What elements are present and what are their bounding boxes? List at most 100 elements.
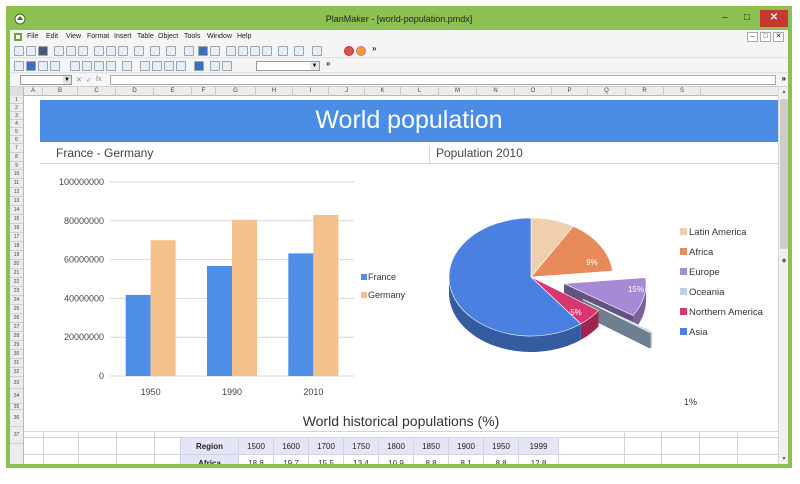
row-header[interactable]: 33	[10, 377, 23, 389]
find-icon[interactable]	[184, 46, 194, 56]
maximize-button[interactable]: □	[736, 10, 758, 27]
column-header[interactable]: S	[664, 87, 701, 96]
stop-icon[interactable]	[344, 46, 354, 56]
table-cell[interactable]: 8.8	[413, 454, 449, 464]
table-header-year[interactable]: 1950	[483, 437, 519, 455]
title-bar[interactable]: PlanMaker - [world-population.pmdx] – □ …	[10, 10, 788, 30]
bar-france-1950[interactable]	[125, 294, 151, 376]
row-header[interactable]: 22	[10, 278, 23, 287]
textart-icon[interactable]	[194, 61, 204, 71]
print-preview-icon[interactable]	[78, 46, 88, 56]
row-header[interactable]: 14	[10, 206, 23, 215]
chart-frame-icon[interactable]	[26, 61, 36, 71]
form-icon[interactable]	[82, 61, 92, 71]
ellipse-icon[interactable]	[164, 61, 174, 71]
undo-icon[interactable]	[150, 46, 160, 56]
row-header[interactable]: 5	[10, 128, 23, 136]
open-folder-icon[interactable]	[26, 46, 36, 56]
table-header-year[interactable]: 1500	[238, 437, 274, 455]
zoom-icon[interactable]	[210, 46, 220, 56]
chevron-down-icon[interactable]: ▼	[63, 76, 71, 84]
pdf-export-icon[interactable]	[66, 46, 76, 56]
bar-germany-2010[interactable]	[313, 214, 339, 376]
row-header[interactable]: 30	[10, 350, 23, 359]
row-header[interactable]: 36	[10, 410, 23, 427]
column-header[interactable]: P	[552, 87, 588, 96]
row-header[interactable]: 31	[10, 359, 23, 368]
bar-germany-1950[interactable]	[150, 240, 176, 376]
table-cell[interactable]: 13.4	[343, 454, 379, 464]
row-header[interactable]: 24	[10, 296, 23, 305]
formula-overflow-chevron[interactable]: »	[782, 74, 786, 83]
column-header[interactable]: Q	[588, 87, 626, 96]
row-header[interactable]: 18	[10, 242, 23, 251]
column-header[interactable]: L	[401, 87, 439, 96]
print-icon[interactable]	[54, 46, 64, 56]
worksheet[interactable]: World population France - Germany Popula…	[24, 96, 778, 464]
table-cell[interactable]: 18.8	[238, 454, 274, 464]
scroll-up-icon[interactable]: ▲	[780, 88, 788, 96]
column-header[interactable]: E	[154, 87, 192, 96]
row-header[interactable]: 34	[10, 389, 23, 404]
doc-close-button[interactable]: ✕	[773, 32, 784, 42]
confirm-entry-icon[interactable]: ✓	[86, 76, 92, 84]
table-header-year[interactable]: 1800	[378, 437, 414, 455]
table-header-year[interactable]: 1999	[518, 437, 559, 455]
column-header[interactable]: N	[477, 87, 515, 96]
note-icon[interactable]	[94, 61, 104, 71]
column-header[interactable]: A	[24, 87, 43, 96]
table-cell[interactable]: 10.9	[378, 454, 414, 464]
table-header-year[interactable]: 1900	[448, 437, 484, 455]
scroll-down-icon[interactable]: ▼	[780, 455, 788, 463]
column-header[interactable]: B	[43, 87, 78, 96]
row-header[interactable]: 7	[10, 144, 23, 153]
column-header[interactable]: O	[515, 87, 552, 96]
row-header[interactable]: 6	[10, 136, 23, 144]
row-header[interactable]: 17	[10, 233, 23, 242]
save-icon[interactable]	[38, 46, 48, 56]
table-icon[interactable]	[238, 46, 248, 56]
cut-icon[interactable]	[94, 46, 104, 56]
table-header-year[interactable]: 1850	[413, 437, 449, 455]
table-header-region[interactable]: Region	[180, 437, 239, 455]
row-header[interactable]: 32	[10, 368, 23, 377]
group-icon[interactable]	[210, 61, 220, 71]
toolbar-overflow-chevron[interactable]: »	[372, 44, 376, 53]
column-header[interactable]: R	[626, 87, 664, 96]
row-header[interactable]: 3	[10, 112, 23, 120]
insert-chart-icon[interactable]	[198, 46, 208, 56]
row-header[interactable]: 26	[10, 314, 23, 323]
menu-format[interactable]: Format	[87, 33, 109, 40]
help-icon[interactable]	[356, 46, 366, 56]
table-cell[interactable]: 8.1	[448, 454, 484, 464]
row-header[interactable]: 20	[10, 260, 23, 269]
function-icon[interactable]: fx	[96, 76, 101, 83]
column-header[interactable]: M	[439, 87, 477, 96]
table-header-year[interactable]: 1700	[308, 437, 344, 455]
row-header[interactable]: 11	[10, 179, 23, 188]
column-header[interactable]: K	[365, 87, 401, 96]
row-header[interactable]: 28	[10, 332, 23, 341]
menu-tools[interactable]: Tools	[184, 33, 200, 40]
row-header[interactable]: 13	[10, 197, 23, 206]
document-icon[interactable]	[13, 32, 23, 42]
column-header[interactable]: C	[78, 87, 116, 96]
menu-object[interactable]: Object	[158, 33, 178, 40]
rectangle-icon[interactable]	[140, 61, 150, 71]
cell-reference-box[interactable]: ▼	[20, 75, 72, 85]
redo-icon[interactable]	[166, 46, 176, 56]
table-cell[interactable]: 8.8	[483, 454, 519, 464]
row-header[interactable]: 23	[10, 287, 23, 296]
table-cell[interactable]: 19.7	[273, 454, 309, 464]
object-selector-dropdown[interactable]: ▼	[256, 61, 320, 71]
format-painter-icon[interactable]	[134, 46, 144, 56]
menu-table[interactable]: Table	[137, 33, 154, 40]
menu-insert[interactable]: Insert	[114, 33, 132, 40]
minimize-button[interactable]: –	[714, 10, 736, 27]
autoshape-icon[interactable]	[176, 61, 186, 71]
textframe-icon[interactable]	[50, 61, 60, 71]
column-header[interactable]: I	[293, 87, 329, 96]
select-all-corner[interactable]	[10, 87, 24, 96]
bar-germany-1990[interactable]	[232, 219, 257, 376]
row-header[interactable]: 27	[10, 323, 23, 332]
